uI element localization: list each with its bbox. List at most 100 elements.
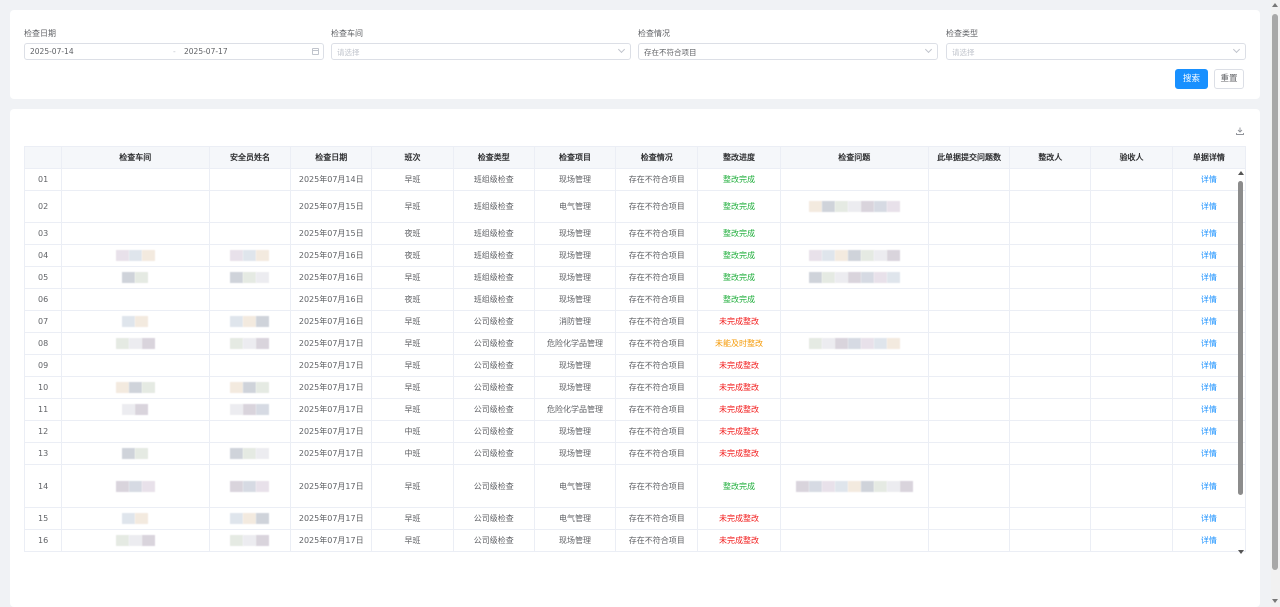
progress-cell: 整改完成	[697, 266, 781, 289]
table-row[interactable]: 08 2025年07月17日 早班 公司级检查 危险化学品管理 存在不符合项目 未能及时整改…	[24, 332, 1247, 355]
status-select[interactable]: 存在不符合项目	[638, 43, 938, 60]
calendar-icon	[312, 48, 319, 55]
shift-cell: 夜班	[371, 244, 454, 267]
redacted-workshop	[135, 448, 149, 459]
redacted-workshop	[122, 316, 136, 327]
rectifier-cell	[1009, 529, 1092, 552]
inspection-item-cell: 电气管理	[533, 464, 617, 508]
chevron-down-icon	[1232, 45, 1241, 54]
inspection-status-cell: 存在不符合项目	[615, 398, 699, 421]
inspection-type-cell: 班组级检查	[452, 222, 535, 245]
shift-cell: 早班	[371, 354, 454, 377]
redacted-issue	[847, 250, 861, 261]
detail-link[interactable]: 详情	[1171, 222, 1247, 245]
table-row[interactable]: 02 2025年07月15日 早班 班组级检查 电气管理 存在不符合项目 整改完成 详情	[24, 190, 1247, 223]
inspection-item-cell: 现场管理	[533, 376, 617, 399]
table-scroll-up-icon[interactable]	[1238, 171, 1244, 175]
table-row[interactable]: 03 2025年07月15日 夜班 班组级检查 现场管理 存在不符合项目 整改完成 详情	[24, 222, 1247, 245]
redacted-issue	[847, 480, 861, 492]
detail-link[interactable]: 详情	[1171, 288, 1247, 311]
redacted-workshop	[128, 382, 142, 393]
detail-link[interactable]: 详情	[1171, 420, 1247, 443]
redacted-workshop	[141, 338, 155, 349]
issue-count-cell	[927, 190, 1011, 223]
detail-link[interactable]: 详情	[1171, 376, 1247, 399]
table-row[interactable]: 12 2025年07月17日 中班 公司级检查 现场管理 存在不符合项目 未完成整改 详情	[24, 420, 1247, 443]
inspection-date-cell: 2025年07月15日	[290, 190, 373, 223]
table-scrollbar[interactable]	[1238, 181, 1243, 495]
redacted-issue	[847, 201, 861, 212]
table-row[interactable]: 11 2025年07月17日 早班 公司级检查 危险化学品管理 存在不符合项目 未完成整改 详…	[24, 398, 1247, 421]
detail-link[interactable]: 详情	[1171, 442, 1247, 465]
issue-cell	[779, 222, 929, 245]
redacted-workshop	[115, 382, 129, 393]
detail-link[interactable]: 详情	[1171, 266, 1247, 289]
table-row[interactable]: 01 2025年07月14日 早班 班组级检查 现场管理 存在不符合项目 整改完成 详情	[24, 168, 1247, 191]
download-icon[interactable]	[1236, 127, 1244, 135]
inspection-type-cell: 公司级检查	[452, 442, 535, 465]
inspection-item-cell: 现场管理	[533, 420, 617, 443]
detail-link[interactable]: 详情	[1171, 168, 1247, 191]
detail-link[interactable]: 详情	[1171, 529, 1247, 552]
table-row[interactable]: 07 2025年07月16日 早班 公司级检查 消防管理 存在不符合项目 未完成整改 详情	[24, 310, 1247, 333]
page-scroll-up-icon[interactable]	[1272, 3, 1278, 7]
table-row[interactable]: 10 2025年07月17日 早班 公司级检查 现场管理 存在不符合项目 未完成整改 详情	[24, 376, 1247, 399]
redacted-name	[243, 535, 257, 546]
detail-link[interactable]: 详情	[1171, 332, 1247, 355]
header-cell: 安全员姓名	[208, 146, 292, 169]
table-row[interactable]: 13 2025年07月17日 中班 公司级检查 现场管理 存在不符合项目 未完成整改 详情	[24, 442, 1247, 465]
inspection-item-cell: 现场管理	[533, 266, 617, 289]
shift-cell: 夜班	[371, 222, 454, 245]
detail-link[interactable]: 详情	[1171, 190, 1247, 223]
page-scrollbar[interactable]	[1272, 14, 1278, 570]
date-end-input[interactable]: 2025-07-17	[184, 47, 228, 56]
shift-cell: 中班	[371, 442, 454, 465]
detail-link[interactable]: 详情	[1171, 354, 1247, 377]
table-row[interactable]: 16 2025年07月17日 早班 公司级检查 现场管理 存在不符合项目 未完成整改 详情	[24, 529, 1247, 552]
inspection-status-cell: 存在不符合项目	[615, 222, 699, 245]
issue-cell	[779, 529, 929, 552]
page-scroll-down-icon[interactable]	[1272, 599, 1278, 603]
redacted-issue	[808, 338, 822, 349]
acceptor-cell	[1090, 464, 1173, 508]
inspection-item-cell: 现场管理	[533, 222, 617, 245]
table-scroll-down-icon[interactable]	[1238, 550, 1244, 554]
detail-link[interactable]: 详情	[1171, 507, 1247, 530]
redacted-name	[256, 338, 270, 349]
redacted-issue	[860, 480, 874, 492]
shift-cell: 夜班	[371, 288, 454, 311]
rectifier-cell	[1009, 222, 1092, 245]
table-row[interactable]: 06 2025年07月16日 夜班 班组级检查 现场管理 存在不符合项目 整改完成 详情	[24, 288, 1247, 311]
acceptor-cell	[1090, 442, 1173, 465]
redacted-issue	[860, 250, 874, 261]
acceptor-cell	[1090, 420, 1173, 443]
rectifier-cell	[1009, 288, 1092, 311]
date-start-input[interactable]: 2025-07-14	[30, 47, 74, 56]
issue-cell	[779, 310, 929, 333]
search-button[interactable]: 搜索	[1175, 69, 1208, 89]
date-range-picker[interactable]: 2025-07-14 - 2025-07-17	[24, 43, 324, 60]
progress-cell: 未完成整改	[697, 376, 781, 399]
redacted-name	[256, 404, 270, 415]
header-cell: 检查情况	[615, 146, 699, 169]
detail-link[interactable]: 详情	[1171, 310, 1247, 333]
status-select-value: 存在不符合项目	[644, 48, 697, 57]
inspector-name-cell	[208, 266, 292, 289]
table-row[interactable]: 15 2025年07月17日 早班 公司级检查 电气管理 存在不符合项目 未完成整改 详情	[24, 507, 1247, 530]
detail-link[interactable]: 详情	[1171, 244, 1247, 267]
rectifier-cell	[1009, 168, 1092, 191]
table-row[interactable]: 09 2025年07月17日 早班 公司级检查 现场管理 存在不符合项目 未完成整改 详情	[24, 354, 1247, 377]
table-row[interactable]: 04 2025年07月16日 夜班 班组级检查 现场管理 存在不符合项目 整改完成 详情	[24, 244, 1247, 267]
detail-link[interactable]: 详情	[1171, 398, 1247, 421]
workshop-select[interactable]: 请选择	[331, 43, 631, 60]
type-select[interactable]: 请选择	[946, 43, 1246, 60]
table-row[interactable]: 05 2025年07月16日 早班 班组级检查 现场管理 存在不符合项目 整改完成 详情	[24, 266, 1247, 289]
reset-button[interactable]: 重置	[1214, 69, 1244, 89]
detail-link[interactable]: 详情	[1171, 464, 1247, 508]
acceptor-cell	[1090, 398, 1173, 421]
table-row[interactable]: 14 2025年07月17日 早班 公司级检查 电气管理 存在不符合项目 整改完成 详情	[24, 464, 1247, 508]
redacted-name	[256, 250, 270, 261]
redacted-name	[230, 535, 244, 546]
redacted-issue	[821, 480, 835, 492]
redacted-name	[230, 316, 244, 327]
